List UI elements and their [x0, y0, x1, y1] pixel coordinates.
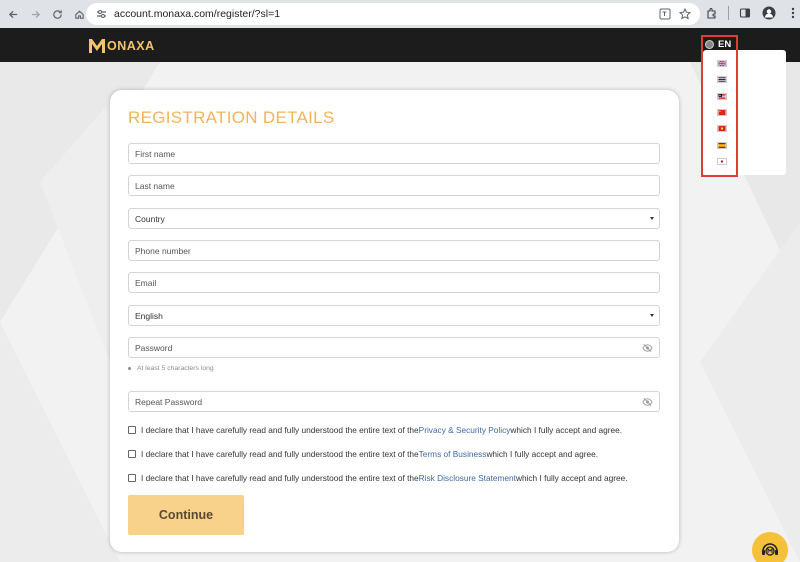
country-select[interactable]: Country [128, 208, 660, 229]
declaration-privacy: I declare that I have carefully read and… [128, 425, 622, 435]
risk-disclosure-link[interactable]: Risk Disclosure Statement [419, 473, 516, 483]
repeat-password-input[interactable]: Repeat Password [128, 391, 660, 412]
declaration-suffix: which I fully accept and agree. [510, 425, 623, 435]
toolbar-divider [728, 6, 729, 20]
password-placeholder: Password [135, 342, 173, 353]
profile-avatar-icon[interactable] [761, 5, 777, 21]
reload-icon[interactable] [48, 5, 66, 23]
monaxa-m-logo-icon [89, 39, 105, 53]
phone-placeholder: Phone number [135, 245, 191, 256]
eye-slash-icon[interactable] [642, 343, 653, 353]
site-info-icon[interactable] [94, 7, 108, 21]
last-name-placeholder: Last name [135, 180, 175, 191]
terms-of-business-link[interactable]: Terms of Business [419, 449, 487, 459]
monaxa-logo[interactable]: ONAXA [88, 37, 155, 55]
continue-button[interactable]: Continue [128, 495, 244, 535]
terms-checkbox[interactable] [128, 450, 136, 458]
first-name-input[interactable]: First name [128, 143, 660, 164]
language-value: English [135, 310, 163, 321]
email-placeholder: Email [135, 277, 157, 288]
password-hint-text: At least 5 characters long [137, 365, 214, 372]
declaration-text: I declare that I have carefully read and… [141, 449, 419, 459]
password-hint: At least 5 characters long [128, 365, 214, 372]
password-input[interactable]: Password [128, 337, 660, 358]
first-name-placeholder: First name [135, 148, 176, 159]
side-panel-icon[interactable] [737, 5, 753, 21]
brand-name: ONAXA [107, 39, 155, 53]
chevron-down-icon [650, 314, 654, 317]
declaration-text: I declare that I have carefully read and… [141, 425, 419, 435]
language-select[interactable]: English [128, 305, 660, 326]
extensions-icon[interactable] [704, 5, 720, 21]
privacy-policy-link[interactable]: Privacy & Security Policy [419, 425, 511, 435]
forward-icon[interactable] [26, 5, 44, 23]
declaration-text: I declare that I have carefully read and… [141, 473, 419, 483]
headset-icon [762, 543, 778, 556]
eye-slash-icon[interactable] [642, 397, 653, 407]
chevron-down-icon [650, 217, 654, 220]
declaration-risk: I declare that I have carefully read and… [128, 473, 628, 483]
phone-number-input[interactable]: Phone number [128, 240, 660, 261]
bookmark-star-icon[interactable] [678, 7, 692, 21]
support-chat-button[interactable] [752, 532, 788, 562]
declaration-terms: I declare that I have carefully read and… [128, 449, 598, 459]
last-name-input[interactable]: Last name [128, 175, 660, 196]
email-input[interactable]: Email [128, 272, 660, 293]
address-bar[interactable]: account.monaxa.com/register/?sl=1 [86, 3, 700, 25]
back-icon[interactable] [4, 5, 22, 23]
risk-checkbox[interactable] [128, 474, 136, 482]
country-value: Country [135, 213, 165, 224]
bullet-icon [128, 367, 131, 370]
privacy-checkbox[interactable] [128, 426, 136, 434]
repeat-password-placeholder: Repeat Password [135, 396, 203, 407]
page-title: REGISTRATION DETAILS [128, 108, 335, 127]
declaration-suffix: which I fully accept and agree. [486, 449, 599, 459]
url-text: account.monaxa.com/register/?sl=1 [114, 8, 281, 20]
language-selector-highlight [701, 35, 738, 177]
translate-icon[interactable] [658, 7, 672, 21]
browser-menu-icon[interactable] [785, 5, 800, 21]
declaration-suffix: which I fully accept and agree. [515, 473, 628, 483]
